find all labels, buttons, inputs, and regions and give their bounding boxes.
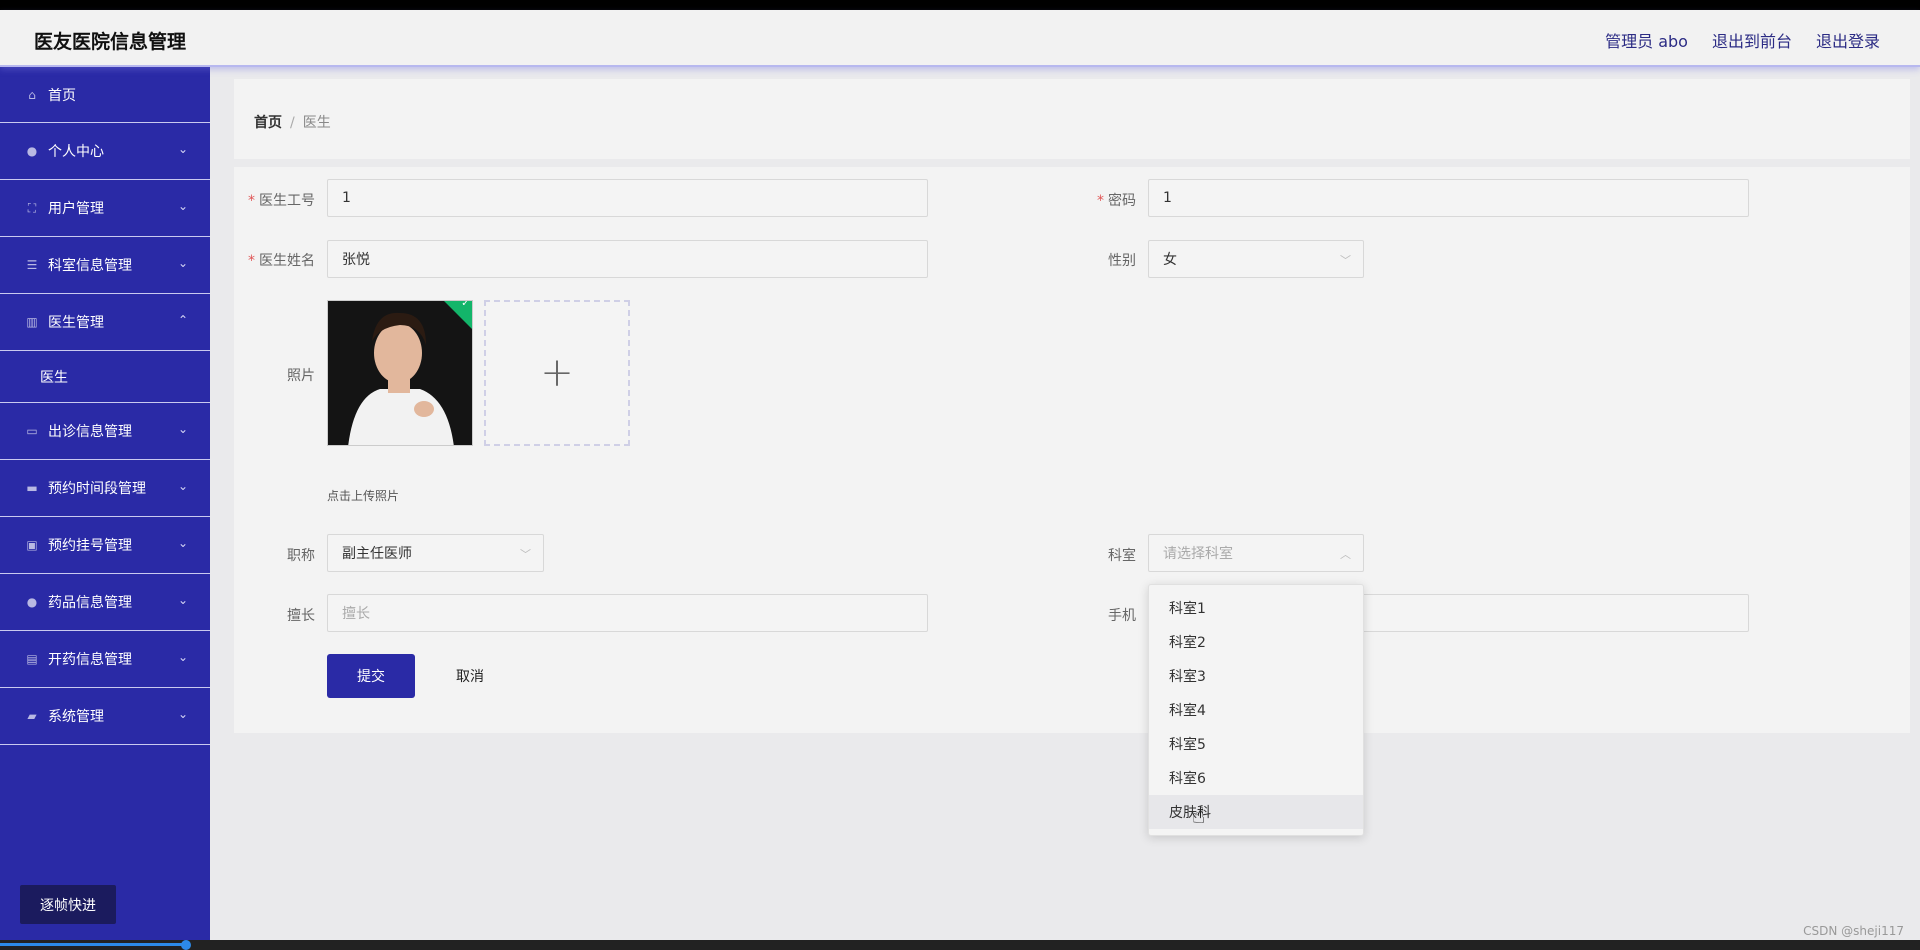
sidebar: ⌂ 首页 ● 个人中心 ⌄ ⛶ 用户管理 ⌄ ☰ 科室信息管理 ⌄ ▥ 医生管理… (0, 67, 210, 940)
exit-to-frontend-link[interactable]: 退出到前台 (1712, 28, 1792, 52)
sidebar-item-home[interactable]: ⌂ 首页 (0, 67, 210, 123)
sidebar-item-label: 个人中心 (48, 144, 104, 160)
video-progress-bar[interactable] (0, 940, 1920, 950)
sidebar-item-label: 系统管理 (48, 709, 104, 725)
sidebar-item-label: 科室信息管理 (48, 258, 132, 274)
doctor-id-label: * 医生工号 (248, 193, 315, 209)
header-links: 管理员 abo 退出到前台 退出登录 (1605, 28, 1880, 52)
phone-label: 手机 (1108, 608, 1136, 624)
top-black-strip (0, 0, 1920, 10)
dropdown-option-hovered[interactable]: 皮肤科 (1149, 795, 1363, 829)
dropdown-option[interactable]: 科室5 (1149, 727, 1363, 761)
breadcrumb-separator: / (290, 115, 295, 131)
dropdown-option[interactable]: 科室2 (1149, 625, 1363, 659)
chevron-up-icon: ︿ (1340, 548, 1351, 561)
chevron-down-icon: ⌄ (177, 593, 188, 607)
title-label: 职称 (287, 548, 315, 564)
sidebar-item-label: 药品信息管理 (48, 595, 132, 611)
chevron-down-icon: ﹀ (520, 548, 531, 561)
breadcrumb-panel: 首页 / 医生 (234, 79, 1910, 159)
sidebar-item-prescription-management[interactable]: ▤ 开药信息管理 ⌄ (0, 631, 210, 688)
sidebar-item-label: 用户管理 (48, 201, 104, 217)
video-progress-fill (0, 943, 187, 946)
sidebar-item-doctor-management[interactable]: ▥ 医生管理 ⌃ (0, 294, 210, 351)
specialty-label: 擅长 (287, 608, 315, 624)
sidebar-item-label: 出诊信息管理 (48, 424, 132, 440)
check-icon: ✓ (461, 300, 470, 309)
chevron-down-icon: ⌄ (177, 536, 188, 550)
hand-cursor-icon: ☝ (1192, 804, 1206, 829)
message-icon: ▣ (26, 538, 38, 552)
gender-select[interactable]: 女 ﹀ (1148, 240, 1364, 278)
submit-button[interactable]: 提交 (327, 654, 415, 698)
sidebar-item-department-management[interactable]: ☰ 科室信息管理 ⌄ (0, 237, 210, 294)
department-label: 科室 (1108, 548, 1136, 564)
sidebar-item-label: 预约挂号管理 (48, 538, 132, 554)
doctor-photo-thumbnail[interactable]: ✓ (327, 300, 473, 446)
gender-label: 性别 (1108, 253, 1136, 269)
plus-icon: + (540, 350, 574, 396)
department-dropdown: 科室1 科室2 科室3 科室4 科室5 科室6 皮肤科 (1148, 584, 1364, 836)
app-title: 医友医院信息管理 (34, 31, 187, 53)
sidebar-item-label: 首页 (48, 87, 76, 104)
photo-label: 照片 (287, 368, 315, 384)
sidebar-item-label: 开药信息管理 (48, 652, 132, 668)
sidebar-item-registration-management[interactable]: ▣ 预约挂号管理 ⌄ (0, 517, 210, 574)
chevron-down-icon: ⌄ (177, 256, 188, 270)
video-progress-handle[interactable] (181, 940, 191, 950)
sidebar-item-personal-center[interactable]: ● 个人中心 ⌄ (0, 123, 210, 180)
breadcrumb-current: 医生 (302, 115, 331, 131)
watermark: CSDN @sheji117 (1803, 924, 1904, 938)
logout-link[interactable]: 退出登录 (1816, 28, 1880, 52)
doctor-id-input[interactable]: 1 (327, 179, 928, 217)
home-icon: ⌂ (28, 87, 36, 102)
cancel-button[interactable]: 取消 (440, 654, 500, 698)
app-header: 医友医院信息管理 管理员 abo 退出到前台 退出登录 (0, 10, 1920, 67)
user-icon: ● (26, 144, 38, 158)
chevron-down-icon: ⌄ (177, 422, 188, 436)
dropdown-option[interactable]: 科室1 (1149, 591, 1363, 625)
clipboard-icon: ▤ (26, 652, 38, 666)
sidebar-item-system-management[interactable]: ▰ 系统管理 ⌄ (0, 688, 210, 745)
chevron-down-icon: ⌄ (177, 650, 188, 664)
thumb-icon: ▰ (27, 709, 37, 723)
sidebar-item-drug-management[interactable]: ● 药品信息管理 ⌄ (0, 574, 210, 631)
password-input[interactable]: 1 (1148, 179, 1749, 217)
breadcrumb-home[interactable]: 首页 (254, 115, 282, 131)
briefcase-icon: ▬ (26, 481, 38, 495)
chevron-up-icon: ⌃ (177, 313, 188, 327)
frame-forward-button[interactable]: 逐帧快进 (20, 885, 116, 924)
sidebar-item-timeslot-management[interactable]: ▬ 预约时间段管理 ⌄ (0, 460, 210, 517)
chevron-down-icon: ⌄ (177, 479, 188, 493)
upload-hint: 点击上传照片 (327, 489, 400, 503)
dropdown-option[interactable]: 科室4 (1149, 693, 1363, 727)
dropdown-option[interactable]: 科室3 (1149, 659, 1363, 693)
admin-user-link[interactable]: 管理员 abo (1605, 28, 1688, 52)
doctor-portrait-image (328, 301, 472, 445)
chevron-down-icon: ﹀ (1340, 254, 1351, 267)
chevron-down-icon: ⌄ (177, 142, 188, 156)
photo-upload-button[interactable]: + (484, 300, 630, 446)
sidebar-subitem-doctor[interactable]: 医生 (0, 351, 210, 403)
title-select[interactable]: 副主任医师 ﹀ (327, 534, 544, 572)
chart-icon: ▥ (26, 315, 38, 329)
frame-icon: ⛶ (27, 200, 37, 215)
chevron-down-icon: ⌄ (177, 707, 188, 721)
doctor-name-label: * 医生姓名 (248, 253, 315, 269)
sidebar-item-visit-management[interactable]: ▭ 出诊信息管理 ⌄ (0, 403, 210, 460)
menu-icon: ☰ (26, 258, 38, 272)
chat-icon: ▭ (26, 424, 38, 438)
sidebar-item-user-management[interactable]: ⛶ 用户管理 ⌄ (0, 180, 210, 237)
doctor-name-input[interactable]: 张悦 (327, 240, 928, 278)
department-select[interactable]: 请选择科室 ︿ (1148, 534, 1364, 572)
user-icon: ● (26, 595, 38, 609)
dropdown-option[interactable]: 科室6 (1149, 761, 1363, 795)
breadcrumb: 首页 / 医生 (254, 112, 331, 132)
specialty-input[interactable]: 擅长 (327, 594, 928, 632)
sidebar-item-label: 医生管理 (48, 315, 104, 331)
chevron-down-icon: ⌄ (177, 199, 188, 213)
sidebar-item-label: 预约时间段管理 (48, 481, 146, 497)
password-label: * 密码 (1097, 193, 1136, 209)
